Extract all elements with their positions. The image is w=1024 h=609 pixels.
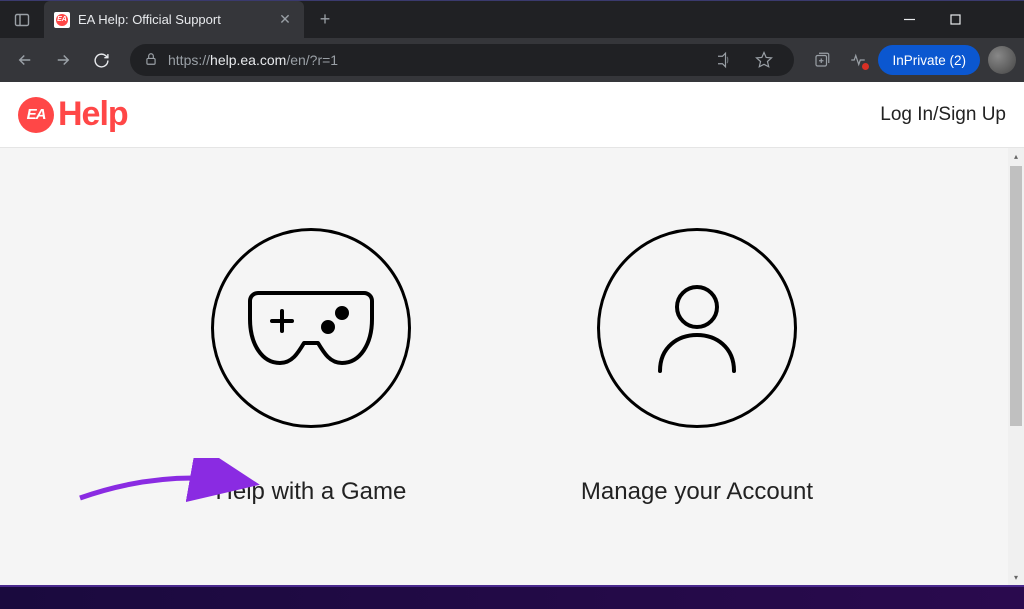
tab-actions-icon[interactable] xyxy=(0,1,44,39)
browser-titlebar: EA EA Help: Official Support ✕ + xyxy=(0,0,1024,38)
lock-icon xyxy=(144,52,158,69)
taskbar-strip xyxy=(0,585,1024,609)
back-button[interactable] xyxy=(8,43,42,77)
logo-badge-icon: EA xyxy=(18,97,54,133)
health-icon[interactable] xyxy=(842,44,874,76)
tab-close-icon[interactable]: ✕ xyxy=(276,11,294,29)
forward-button[interactable] xyxy=(46,43,80,77)
address-bar[interactable]: https://help.ea.com/en/?r=1 xyxy=(130,44,794,76)
tab-favicon-icon: EA xyxy=(54,12,70,28)
favorite-star-icon[interactable] xyxy=(748,44,780,76)
help-options-panel: Help with a Game Manage your Account ▴ xyxy=(0,148,1024,585)
profile-avatar[interactable] xyxy=(988,46,1016,74)
read-aloud-icon[interactable] xyxy=(708,44,740,76)
page-content: EA Help Log In/Sign Up Help with a Game xyxy=(0,82,1024,585)
gamepad-icon xyxy=(211,228,411,428)
browser-tab[interactable]: EA EA Help: Official Support ✕ xyxy=(44,1,304,39)
inprivate-badge[interactable]: InPrivate (2) xyxy=(878,45,980,75)
help-with-game-option[interactable]: Help with a Game xyxy=(211,228,411,506)
scroll-up-button[interactable]: ▴ xyxy=(1008,148,1024,164)
logo-text: Help xyxy=(58,95,128,134)
login-signup-link[interactable]: Log In/Sign Up xyxy=(880,104,1006,126)
scrollbar-thumb[interactable] xyxy=(1010,166,1022,426)
scrollbar[interactable]: ▴ ▾ xyxy=(1008,148,1024,585)
manage-account-label: Manage your Account xyxy=(581,478,813,506)
tab-title: EA Help: Official Support xyxy=(78,12,268,27)
refresh-button[interactable] xyxy=(84,43,118,77)
new-tab-button[interactable]: + xyxy=(310,5,340,35)
help-with-game-label: Help with a Game xyxy=(216,478,407,506)
site-logo[interactable]: EA Help xyxy=(18,95,128,134)
collections-icon[interactable] xyxy=(806,44,838,76)
site-header: EA Help Log In/Sign Up xyxy=(0,82,1024,148)
person-icon xyxy=(597,228,797,428)
manage-account-option[interactable]: Manage your Account xyxy=(581,228,813,506)
scroll-down-button[interactable]: ▾ xyxy=(1008,569,1024,585)
window-maximize-button[interactable] xyxy=(932,1,978,39)
browser-toolbar: https://help.ea.com/en/?r=1 InPrivate (2… xyxy=(0,38,1024,82)
window-minimize-button[interactable] xyxy=(886,1,932,39)
window-controls xyxy=(886,1,1024,39)
url-text: https://help.ea.com/en/?r=1 xyxy=(168,52,698,68)
